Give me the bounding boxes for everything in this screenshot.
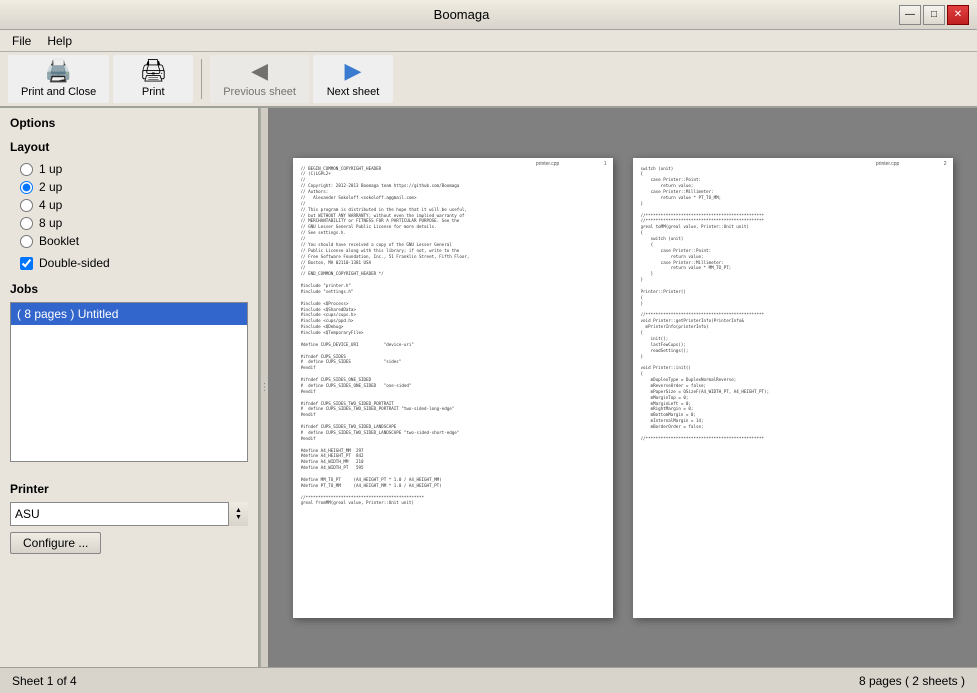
previous-sheet-button[interactable]: ◀ Previous sheet xyxy=(210,55,309,103)
title-bar: Boomaga — □ ✕ xyxy=(0,0,977,30)
toolbar: 🖨️ Print and Close 🖨 Print ◀ Previous sh… xyxy=(0,52,977,108)
print-icon: 🖨 xyxy=(139,58,167,84)
layout-booklet[interactable]: Booklet xyxy=(20,232,238,250)
layout-4up-label: 4 up xyxy=(39,198,62,212)
configure-button[interactable]: Configure ... xyxy=(10,532,101,554)
jobs-section: Jobs ( 8 pages ) Untitled xyxy=(0,274,258,470)
next-sheet-icon: ▶ xyxy=(345,58,362,84)
menu-help[interactable]: Help xyxy=(39,32,80,50)
preview-area: printer.cpp 1 // BEGIN_COMMON_COPYRIGHT_… xyxy=(268,108,977,667)
previous-sheet-icon: ◀ xyxy=(251,58,268,84)
printer-title: Printer xyxy=(10,482,248,496)
double-sided-checkbox-item[interactable]: Double-sided xyxy=(0,252,258,274)
layout-booklet-radio[interactable] xyxy=(20,235,33,248)
layout-4up-radio[interactable] xyxy=(20,199,33,212)
layout-4up[interactable]: 4 up xyxy=(20,196,238,214)
main-area: Options Layout 1 up 2 up 4 up 8 up Bo xyxy=(0,108,977,667)
close-button[interactable]: ✕ xyxy=(947,5,969,25)
toolbar-separator xyxy=(201,59,202,99)
layout-1up-label: 1 up xyxy=(39,162,62,176)
double-sided-label: Double-sided xyxy=(39,256,110,270)
layout-booklet-label: Booklet xyxy=(39,234,79,248)
menu-bar: File Help xyxy=(0,30,977,52)
print-button[interactable]: 🖨 Print xyxy=(113,55,193,103)
preview-page-2-content: switch (unit) { case Printer::Point: ret… xyxy=(641,166,945,610)
preview-page-1-content: // BEGIN_COMMON_COPYRIGHT_HEADER // (C)L… xyxy=(301,166,605,610)
layout-1up-radio[interactable] xyxy=(20,163,33,176)
maximize-button[interactable]: □ xyxy=(923,5,945,25)
layout-2up-label: 2 up xyxy=(39,180,62,194)
next-sheet-label: Next sheet xyxy=(327,86,380,99)
window-title: Boomaga xyxy=(24,7,899,22)
printer-select[interactable]: ASU xyxy=(10,502,248,526)
page-2-number: printer.cpp 2 xyxy=(876,161,947,167)
double-sided-checkbox[interactable] xyxy=(20,257,33,270)
print-label: Print xyxy=(142,86,165,99)
print-close-label: Print and Close xyxy=(21,86,96,99)
menu-file[interactable]: File xyxy=(4,32,39,50)
minimize-button[interactable]: — xyxy=(899,5,921,25)
layout-8up-radio[interactable] xyxy=(20,217,33,230)
jobs-list[interactable]: ( 8 pages ) Untitled xyxy=(10,302,248,462)
status-bar: Sheet 1 of 4 8 pages ( 2 sheets ) xyxy=(0,667,977,693)
layout-8up-label: 8 up xyxy=(39,216,62,230)
printer-section: Printer ASU ▲ ▼ Configure ... xyxy=(0,474,258,562)
previous-sheet-label: Previous sheet xyxy=(223,86,296,99)
layout-radio-group: 1 up 2 up 4 up 8 up Booklet xyxy=(0,158,258,252)
print-close-icon: 🖨️ xyxy=(45,58,72,84)
preview-page-2: printer.cpp 2 switch (unit) { case Print… xyxy=(633,158,953,618)
print-close-button[interactable]: 🖨️ Print and Close xyxy=(8,55,109,103)
layout-2up-radio[interactable] xyxy=(20,181,33,194)
options-header: Options xyxy=(0,108,258,134)
job-item[interactable]: ( 8 pages ) Untitled xyxy=(11,303,247,325)
sheet-info: Sheet 1 of 4 xyxy=(12,674,77,688)
page-1-number: printer.cpp 1 xyxy=(536,161,607,167)
layout-2up[interactable]: 2 up xyxy=(20,178,238,196)
layout-section-title: Layout xyxy=(0,134,258,158)
jobs-title: Jobs xyxy=(10,282,248,296)
preview-page-container: printer.cpp 1 // BEGIN_COMMON_COPYRIGHT_… xyxy=(273,138,973,638)
layout-1up[interactable]: 1 up xyxy=(20,160,238,178)
preview-page-1: printer.cpp 1 // BEGIN_COMMON_COPYRIGHT_… xyxy=(293,158,613,618)
printer-select-wrap: ASU ▲ ▼ xyxy=(10,502,248,526)
pages-info: 8 pages ( 2 sheets ) xyxy=(859,674,965,688)
left-panel: Options Layout 1 up 2 up 4 up 8 up Bo xyxy=(0,108,260,667)
next-sheet-button[interactable]: ▶ Next sheet xyxy=(313,55,393,103)
panel-resize-handle[interactable]: ⋮ xyxy=(260,108,268,667)
window-controls: — □ ✕ xyxy=(899,5,969,25)
layout-8up[interactable]: 8 up xyxy=(20,214,238,232)
